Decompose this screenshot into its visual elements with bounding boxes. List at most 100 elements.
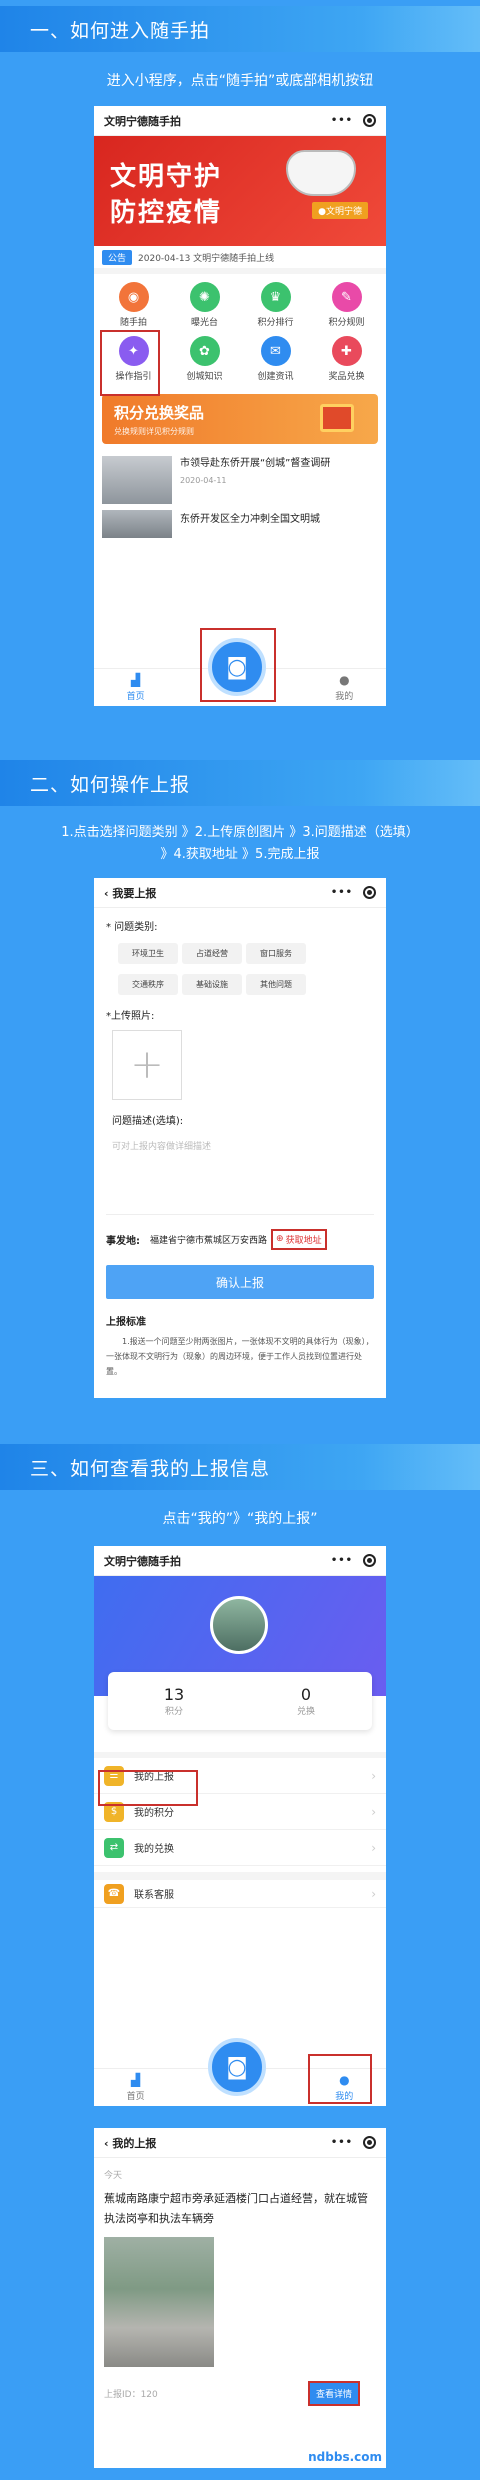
news-thumbnail	[102, 456, 172, 504]
section3-header: 三、如何查看我的上报信息	[0, 1444, 480, 1490]
camera-fab-button[interactable]: ◙	[208, 2038, 266, 2096]
description-textarea[interactable]: 可对上报内容做详细描述	[106, 1135, 374, 1215]
category-chip[interactable]: 交通秩序	[118, 974, 178, 995]
capsule-menu[interactable]: •••	[331, 1554, 376, 1567]
banner[interactable]: 文明守护 防控疫情 ●文明宁德	[94, 136, 386, 246]
grid-item-label: 奖品兑换	[328, 372, 365, 382]
upload-photo-button[interactable]: +	[112, 1030, 182, 1100]
upload-label: *上传照片:	[106, 1011, 155, 1022]
grid-item[interactable]: ◉ 随手拍	[98, 282, 169, 328]
grid-item[interactable]: ♛ 积分排行	[240, 282, 311, 328]
rules-icon: ✎	[331, 282, 362, 312]
notice-text: 2020-04-13 文明宁德随手拍上线	[138, 253, 275, 264]
more-icon[interactable]: •••	[331, 2137, 353, 2148]
confirm-report-button[interactable]: 确认上报	[106, 1265, 374, 1299]
more-icon[interactable]: •••	[331, 115, 353, 126]
tab-mine-label: 我的	[335, 692, 354, 702]
section2-header: 二、如何操作上报	[0, 760, 480, 806]
category-chip[interactable]: 环境卫生	[118, 943, 178, 964]
chevron-right-icon: ›	[371, 1840, 376, 1855]
tab-home[interactable]: ▟ 首页	[127, 2073, 145, 2102]
more-icon[interactable]: •••	[331, 1555, 353, 1566]
today-label: 今天	[104, 2171, 123, 2181]
category-chip[interactable]: 基础设施	[182, 974, 242, 995]
category-chips: 环境卫生 占道经营 窗口服务交通秩序 基础设施 其他问题	[106, 941, 346, 1003]
mine-titlebar: 文明宁德随手拍 •••	[94, 1546, 386, 1576]
home-chart-icon: ▟	[131, 673, 141, 687]
capsule-menu[interactable]: •••	[331, 2136, 376, 2149]
grid-item[interactable]: ✚ 奖品兑换	[311, 336, 382, 382]
menu-row-label: 我的兑换	[134, 1844, 174, 1855]
news-date: 2020-04-11	[180, 476, 227, 485]
category-label: * 问题类别:	[106, 922, 158, 933]
grid-item-label: 随手拍	[119, 318, 147, 328]
category-chip[interactable]: 占道经营	[182, 943, 242, 964]
report-text: 蕉城南路康宁超市旁承延酒楼门口占道经营，就在城管执法岗亭和执法车辆旁	[104, 2192, 368, 2225]
close-miniapp-icon[interactable]	[363, 114, 376, 127]
get-address-button[interactable]: ⊕ 获取地址	[271, 1228, 327, 1250]
category-chip[interactable]: 其他问题	[246, 974, 306, 995]
address-row: 事发地: 福建省宁德市蕉城区万安西路 ⊕ 获取地址	[106, 1227, 374, 1251]
grid-item[interactable]: ✉ 创建资讯	[240, 336, 311, 382]
aperture-icon: ✺	[189, 282, 220, 312]
grid-item[interactable]: ✿ 创城知识	[169, 336, 240, 382]
medal-icon: ♛	[260, 282, 291, 312]
report-photo	[104, 2237, 214, 2367]
promo-banner[interactable]: 积分兑换奖品 兑换规则详见积分规则	[102, 394, 378, 444]
home-chart-icon: ▟	[131, 2073, 141, 2087]
capsule-menu[interactable]: •••	[331, 114, 376, 127]
news-item-1[interactable]: 市领导赴东侨开展“创城”督查调研 2020-04-11	[94, 448, 386, 508]
my-reports-screen: ‹ 我的上报 ••• 今天 蕉城南路康宁超市旁承延酒楼门口占道经营，就在城管执法…	[94, 2128, 386, 2468]
standard-text: 1.报送一个问题至少附两张图片，一张体现不文明的具体行为（现象），一张体现不文明…	[106, 1337, 374, 1376]
news-thumbnail	[102, 510, 172, 538]
close-miniapp-icon[interactable]	[363, 2136, 376, 2149]
gift-box-icon	[320, 404, 354, 432]
menu-row[interactable]: ⇄ 我的兑换 ›	[94, 1830, 386, 1866]
get-address-label: 获取地址	[285, 1235, 322, 1246]
tab-mine[interactable]: ● 我的	[335, 673, 353, 702]
grid-item[interactable]: ✺ 曝光台	[169, 282, 240, 328]
chevron-right-icon: ›	[371, 1886, 376, 1901]
avatar[interactable]	[210, 1596, 268, 1654]
chevron-right-icon: ›	[371, 1768, 376, 1783]
notice-tag: 公告	[102, 249, 133, 265]
banner-badge: ●文明宁德	[312, 202, 368, 219]
banner-line1: 文明守护	[110, 162, 223, 192]
exchange-icon: ⇄	[104, 1837, 124, 1858]
more-icon[interactable]: •••	[331, 887, 353, 898]
report-page-title: 我要上报	[112, 886, 157, 900]
app-title: 文明宁德随手拍	[104, 1554, 181, 1568]
highlight-my-reports	[98, 1770, 198, 1806]
news-title: 市领导赴东侨开展“创城”督查调研	[180, 458, 331, 469]
points-label: 积分	[164, 1707, 183, 1717]
capsule-menu[interactable]: •••	[331, 886, 376, 899]
points-stat[interactable]: 13 积分	[108, 1685, 240, 1717]
close-miniapp-icon[interactable]	[363, 886, 376, 899]
grid-item-label: 积分规则	[328, 318, 365, 328]
banner-line2: 防控疫情	[110, 198, 223, 228]
news-item-2[interactable]: 东侨开发区全力冲刺全国文明城	[94, 508, 386, 540]
tutorial-page: 一、如何进入随手拍 进入小程序，点击“随手拍”或底部相机按钮 文明宁德随手拍 •…	[0, 0, 480, 2480]
view-detail-button[interactable]: 查看详情	[307, 2381, 360, 2406]
grid-item-label: 积分排行	[257, 318, 294, 328]
notice-bar[interactable]: 公告 2020-04-13 文明宁德随手拍上线	[94, 246, 386, 274]
news-title: 东侨开发区全力冲刺全国文明城	[180, 514, 320, 525]
report-id: 上报ID：120	[104, 2390, 158, 2400]
category-chip[interactable]: 窗口服务	[246, 943, 306, 964]
exchange-stat[interactable]: 0 兑换	[240, 1685, 372, 1717]
tab-home[interactable]: ▟ 首页	[127, 673, 145, 702]
grid-item[interactable]: ✎ 积分规则	[311, 282, 382, 328]
tab-home-label: 首页	[126, 692, 145, 702]
section3-caption: 点击“我的”》“我的上报”	[162, 1511, 318, 1527]
app-title: 文明宁德随手拍	[104, 114, 181, 128]
gift-icon: ✚	[331, 336, 362, 366]
description-label: 问题描述(选填):	[112, 1116, 184, 1127]
standard-title: 上报标准	[106, 1317, 146, 1328]
close-miniapp-icon[interactable]	[363, 1554, 376, 1567]
reports-page-title: 我的上报	[112, 2136, 157, 2150]
service-row[interactable]: ☎ 联系客服 ›	[94, 1872, 386, 1908]
grid-item-label: 创城知识	[186, 372, 223, 382]
tab-home-label: 首页	[126, 2092, 145, 2102]
exchange-label: 兑换	[296, 1707, 315, 1717]
camera-icon: ◉	[118, 282, 149, 312]
